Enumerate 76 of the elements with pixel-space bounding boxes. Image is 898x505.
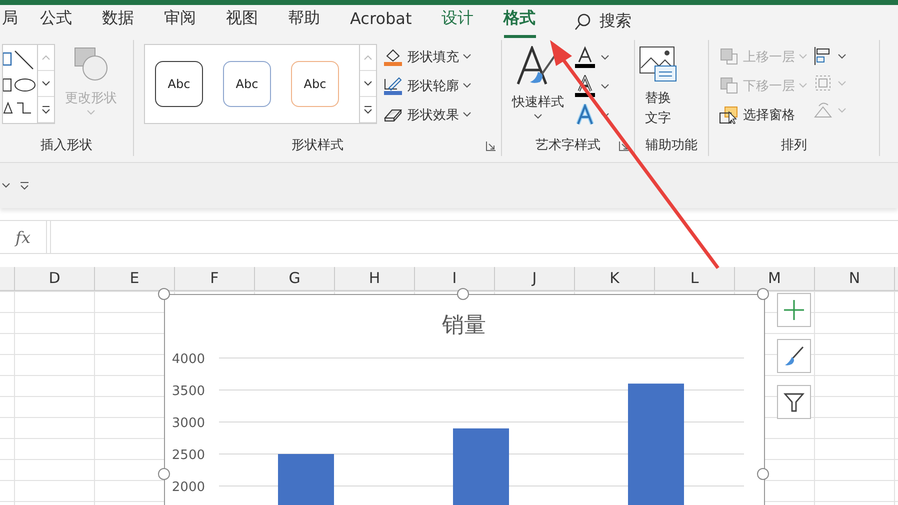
ribbon-tab[interactable]: 公式 bbox=[40, 5, 72, 38]
chart-bar bbox=[278, 454, 334, 505]
column-header[interactable]: D bbox=[15, 267, 95, 290]
expand-gallery-icon[interactable] bbox=[42, 106, 50, 114]
search-label[interactable]: 搜索 bbox=[600, 11, 632, 32]
expand-gallery-icon[interactable] bbox=[364, 106, 372, 114]
text-effects-icon[interactable] bbox=[574, 104, 596, 126]
dialog-launcher-icon[interactable] bbox=[486, 141, 496, 151]
dialog-launcher-icon[interactable] bbox=[619, 141, 629, 151]
insert-function-button[interactable]: fx bbox=[0, 221, 47, 253]
shape-command-button[interactable]: 形状轮廓 bbox=[383, 73, 471, 98]
customize-toolbar-icon[interactable] bbox=[20, 182, 29, 190]
column-header[interactable]: H bbox=[335, 267, 415, 290]
search-icon bbox=[574, 12, 592, 30]
shape-style-swatch[interactable]: Abc bbox=[223, 61, 271, 107]
chart-elements-button[interactable] bbox=[777, 293, 811, 327]
chart-area[interactable]: 销量 2000 2500 3000 3500 4000 bbox=[164, 294, 765, 505]
quick-styles-button[interactable]: 快速样式 bbox=[508, 44, 568, 121]
picture-caption-icon bbox=[639, 46, 677, 82]
column-header[interactable]: J bbox=[495, 267, 575, 290]
chart-filter-button[interactable] bbox=[777, 385, 811, 419]
ribbon-tab[interactable]: 帮助 bbox=[288, 5, 320, 38]
brush-icon bbox=[783, 345, 805, 367]
caret-icon[interactable] bbox=[601, 54, 609, 60]
bring-forward-icon bbox=[719, 48, 739, 66]
ribbon-tab[interactable]: 局 bbox=[2, 5, 18, 38]
shape-gallery[interactable] bbox=[2, 44, 55, 124]
ribbon-tab[interactable]: 设计 bbox=[442, 5, 474, 38]
caret-icon[interactable] bbox=[534, 114, 542, 119]
column-header[interactable]: F bbox=[175, 267, 255, 290]
scroll-down-icon[interactable] bbox=[42, 81, 50, 86]
selection-pane-icon bbox=[719, 106, 739, 124]
alt-text-button[interactable]: 替换文字 bbox=[635, 44, 681, 130]
shape-command-button[interactable]: 形状效果 bbox=[383, 102, 471, 127]
caret-icon[interactable] bbox=[463, 83, 471, 88]
shape-style-swatch[interactable]: Abc bbox=[155, 61, 203, 107]
group-label: 艺术字样式 bbox=[536, 137, 600, 154]
resize-handle[interactable] bbox=[757, 468, 769, 480]
chart-title: 销量 bbox=[442, 313, 486, 338]
column-header[interactable]: L bbox=[655, 267, 735, 290]
paint-bucket-icon bbox=[383, 48, 403, 66]
caret-icon[interactable] bbox=[601, 84, 609, 88]
chart-styles-button[interactable] bbox=[777, 339, 811, 373]
plus-icon bbox=[783, 299, 805, 321]
caret-icon[interactable] bbox=[2, 183, 10, 188]
group-label: 形状样式 bbox=[292, 137, 344, 154]
ribbon-tab[interactable]: 视图 bbox=[226, 5, 258, 38]
filter-icon bbox=[783, 391, 805, 413]
column-header[interactable]: G bbox=[255, 267, 335, 290]
caret-icon[interactable] bbox=[463, 112, 471, 117]
pencil-icon bbox=[383, 76, 403, 94]
caret-icon[interactable] bbox=[838, 54, 846, 58]
column-header[interactable]: K bbox=[575, 267, 655, 290]
shapes-icon bbox=[73, 46, 109, 82]
scroll-down-icon[interactable] bbox=[364, 81, 372, 86]
axis-tick-label: 3000 bbox=[172, 416, 205, 431]
group-label: 插入形状 bbox=[40, 137, 92, 154]
axis-tick-label: 2000 bbox=[172, 480, 205, 495]
axis-tick-label: 3500 bbox=[172, 384, 205, 399]
style-gallery[interactable]: Abc Abc Abc bbox=[144, 44, 377, 124]
axis-tick-label: 2500 bbox=[172, 448, 205, 463]
axis-tick-label: 4000 bbox=[172, 352, 205, 367]
text-outline-icon[interactable] bbox=[574, 75, 596, 97]
send-backward-icon bbox=[719, 76, 739, 94]
caret-icon[interactable] bbox=[463, 54, 471, 59]
resize-handle[interactable] bbox=[158, 468, 170, 480]
ribbon-tab[interactable]: 审阅 bbox=[164, 5, 196, 38]
shape-command-button[interactable]: 形状填充 bbox=[383, 44, 471, 69]
ribbon-tab[interactable]: Acrobat bbox=[350, 5, 412, 38]
text-fill-icon[interactable] bbox=[574, 46, 596, 68]
arrange-command-button[interactable]: 选择窗格 bbox=[719, 102, 807, 127]
shape-style-swatch[interactable]: Abc bbox=[291, 61, 339, 107]
ribbon-tab[interactable]: 数据 bbox=[102, 5, 134, 38]
group-label: 辅助功能 bbox=[646, 137, 698, 154]
column-header[interactable]: N bbox=[815, 267, 895, 290]
group-label: 排列 bbox=[781, 137, 807, 154]
